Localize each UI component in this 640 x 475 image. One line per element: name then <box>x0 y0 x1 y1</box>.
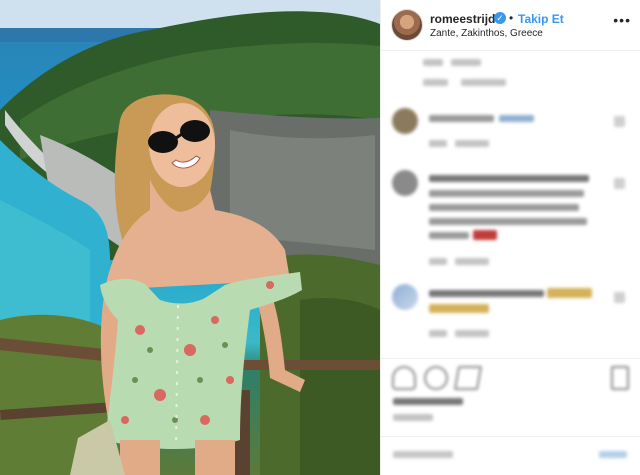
post-photo[interactable] <box>0 0 380 475</box>
blurred-text <box>429 290 544 297</box>
commenter-avatar[interactable] <box>392 284 418 310</box>
blurred-text <box>429 175 589 182</box>
comment-icon[interactable] <box>424 366 448 390</box>
bookmark-icon[interactable] <box>611 366 629 390</box>
blurred-text <box>429 330 447 337</box>
blurred-text <box>429 140 447 147</box>
blurred-text <box>455 258 489 265</box>
share-icon[interactable] <box>453 366 483 390</box>
commenter-avatar[interactable] <box>392 108 418 134</box>
post-comment-button[interactable] <box>599 451 627 458</box>
heart-icon[interactable] <box>392 366 416 390</box>
post-side-panel: romeestrijd ✓ • Takip Et Zante, Zakintho… <box>380 0 640 475</box>
blurred-text <box>423 79 448 86</box>
blurred-text <box>455 140 489 147</box>
blurred-text <box>429 258 447 265</box>
blurred-emoji <box>473 230 497 240</box>
blurred-text <box>499 115 534 122</box>
more-options-icon[interactable]: ••• <box>613 12 631 28</box>
blurred-text <box>461 79 506 86</box>
blurred-emoji <box>547 288 592 298</box>
blurred-text <box>429 218 587 225</box>
location-link[interactable]: Zante, Zakinthos, Greece <box>430 28 543 39</box>
commenter-avatar[interactable] <box>392 170 418 196</box>
blurred-text <box>429 232 469 239</box>
comment-like-icon[interactable] <box>614 292 625 303</box>
blurred-text <box>393 398 463 405</box>
blurred-text <box>429 190 584 197</box>
action-bar <box>381 358 640 398</box>
blurred-text <box>423 59 443 66</box>
photo-scene <box>0 0 380 475</box>
comment-like-icon[interactable] <box>614 116 625 127</box>
follow-button[interactable]: Takip Et <box>518 12 564 26</box>
blurred-text <box>429 204 579 211</box>
add-comment-input[interactable] <box>393 451 453 458</box>
blurred-text <box>429 115 494 122</box>
blurred-emoji <box>429 304 489 313</box>
verified-badge-icon: ✓ <box>494 12 506 24</box>
blurred-text <box>455 330 489 337</box>
comment-like-icon[interactable] <box>614 178 625 189</box>
separator-dot: • <box>509 11 514 25</box>
avatar[interactable] <box>392 10 422 40</box>
blurred-text <box>451 59 481 66</box>
post-header: romeestrijd ✓ • Takip Et Zante, Zakintho… <box>381 0 640 51</box>
blurred-text <box>393 414 433 421</box>
divider <box>381 436 640 437</box>
username-link[interactable]: romeestrijd <box>430 12 495 26</box>
